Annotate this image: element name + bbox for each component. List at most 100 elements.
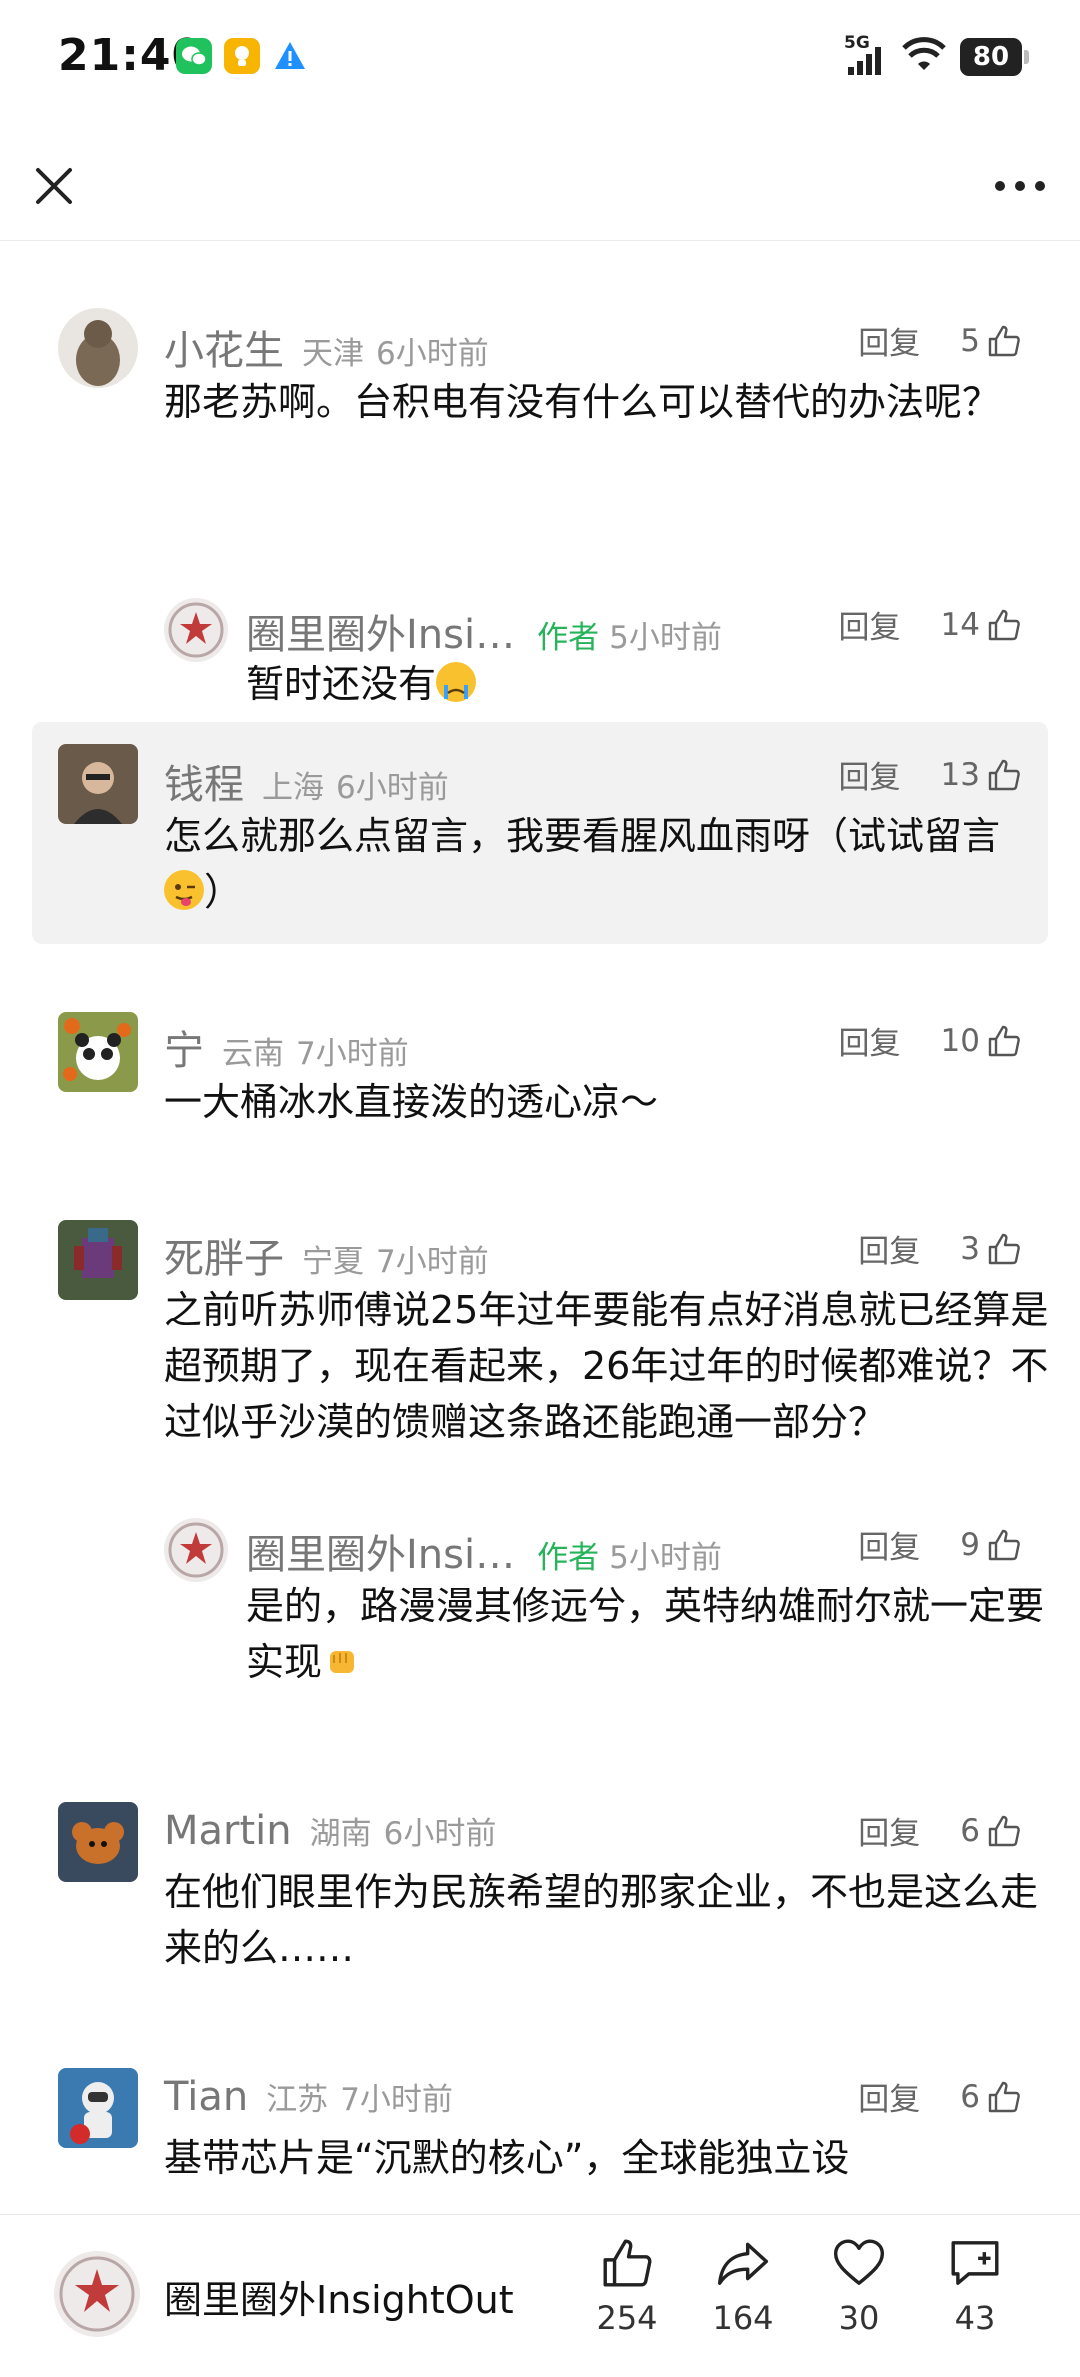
reply-actions: 回复 14 [839,602,1022,647]
comment-text: 怎么就那么点留言，我要看腥风血雨呀（试试留言 ） [164,808,1024,920]
comment-actions: 回复 5 [858,318,1022,363]
reply-button[interactable]: 回复 [858,1226,920,1271]
reply-button[interactable]: 回复 [839,602,901,647]
reply-button[interactable]: 回复 [839,752,901,797]
author-avatar[interactable] [164,1518,228,1582]
author-badge: 作者 [537,1540,600,1576]
timestamp: 7小时前 [340,2082,453,2118]
share-count: 164 [712,2299,774,2337]
wechat-icon [176,38,212,74]
like-count: 14 [940,606,980,643]
thumbs-up-icon[interactable] [986,1231,1022,1267]
top-nav [0,120,1080,241]
like-count: 6 [960,2078,980,2115]
like-count: 3 [960,1230,980,1267]
timestamp: 6小时前 [336,770,449,806]
username[interactable]: 宁 [164,1018,204,1076]
comment-actions: 回复 3 [858,1226,1022,1271]
thumbs-up-icon[interactable] [986,1023,1022,1059]
comment-meta: Tian 江苏 7小时前 [164,2074,453,2120]
avatar[interactable] [58,2068,138,2148]
comment-item: 小花生 天津 6小时前 回复 5 那老苏啊。台积电有没有什么可以替代的办法呢？ … [32,302,1048,706]
thumbs-up-icon[interactable] [986,2079,1022,2115]
comment-add-icon [951,2241,999,2285]
warning-icon [272,38,308,74]
comment-item: 宁 云南 7小时前 回复 10 一大桶冰水直接泼的透心凉～ [32,1002,1048,1152]
comment-text: 基带芯片是“沉默的核心”，全球能独立设 [164,2136,850,2180]
close-icon[interactable] [28,160,80,212]
reply-button[interactable]: 回复 [858,318,920,363]
winking-tongue-face-icon [164,870,204,910]
heart-icon [833,2239,885,2285]
account-avatar[interactable] [54,2251,140,2337]
location: 江苏 [266,2082,329,2118]
account-name[interactable]: 圈里圈外InsightOut [164,2269,514,2324]
avatar[interactable] [58,1802,138,1882]
username[interactable]: Tian [164,2074,248,2120]
status-bar: 21:40 5G 80 [0,0,1080,120]
raised-fist-icon [322,1640,362,1680]
bottom-action-bar: 圈里圈外InsightOut 254 164 30 43 [0,2214,1080,2377]
like-count: 5 [960,322,980,359]
reply-button[interactable]: 回复 [858,1808,920,1853]
avatar[interactable] [58,308,138,388]
signal-5g-icon: 5G [844,33,888,77]
timestamp: 5小时前 [609,620,722,656]
battery-indicator: 80 [960,38,1029,76]
comment-button[interactable]: 43 [930,2235,1020,2337]
author-badge: 作者 [537,620,600,656]
comment-text-end: ） [204,870,243,914]
username[interactable]: Martin [164,1808,292,1854]
username[interactable]: 圈里圈外Insi… [246,1522,515,1580]
comment-count: 43 [954,2299,996,2337]
crying-face-icon [436,662,477,702]
comment-text-body: 怎么就那么点留言，我要看腥风血雨呀（试试留言 [164,814,1001,858]
more-horizontal-icon[interactable] [988,160,1052,212]
reply-button[interactable]: 回复 [858,1522,920,1567]
reply-meta: 圈里圈外Insi… 作者 5小时前 [246,1522,722,1580]
username[interactable]: 圈里圈外Insi… [246,602,515,660]
reply-actions: 回复 9 [858,1522,1022,1567]
reply-button[interactable]: 回复 [858,2074,920,2119]
thumbs-up-icon[interactable] [986,1813,1022,1849]
wifi-icon [902,36,946,78]
username[interactable]: 钱程 [164,752,244,810]
favorite-count: 30 [838,2299,880,2337]
thumbs-up-icon[interactable] [986,757,1022,793]
avatar[interactable] [58,744,138,824]
like-count: 13 [940,756,980,793]
comment-item: Martin 湖南 6小时前 回复 6 在他们眼里作为民族希望的那家企业，不也是… [32,1792,1048,1992]
thumbs-up-icon[interactable] [986,1527,1022,1563]
timestamp: 6小时前 [376,336,489,372]
thumbs-up-icon[interactable] [986,607,1022,643]
comment-actions: 回复 13 [839,752,1022,797]
thumbs-up-icon [603,2239,652,2287]
comment-text: 在他们眼里作为民族希望的那家企业，不也是这么走来的么…… [164,1870,1039,1970]
comment-meta: 小花生 天津 6小时前 [164,318,489,376]
comment-text: 那老苏啊。台积电有没有什么可以替代的办法呢？ [164,380,1001,424]
author-avatar[interactable] [164,598,228,662]
like-count: 6 [960,1812,980,1849]
timestamp: 7小时前 [376,1244,489,1280]
comment-actions: 回复 6 [858,1808,1022,1853]
reply-text: 是的，路漫漫其修远兮，英特纳雄耐尔就一定要实现 [246,1578,1056,1690]
comment-item: 钱程 上海 6小时前 回复 13 怎么就那么点留言，我要看腥风血雨呀（试试留言 ） [32,722,1048,944]
reply-button[interactable]: 回复 [839,1018,901,1063]
comment-list[interactable]: 小花生 天津 6小时前 回复 5 那老苏啊。台积电有没有什么可以替代的办法呢？ … [0,242,1080,2214]
share-button[interactable]: 164 [698,2235,788,2337]
comment-actions: 回复 10 [839,1018,1022,1063]
comment-meta: 钱程 上海 6小时前 [164,752,449,810]
reply-text-body: 暂时还没有 [246,662,437,706]
favorite-button[interactable]: 30 [814,2235,904,2337]
comment-meta: 宁 云南 7小时前 [164,1018,409,1076]
username[interactable]: 死胖子 [164,1226,284,1284]
username[interactable]: 小花生 [164,318,284,376]
avatar[interactable] [58,1012,138,1092]
location: 宁夏 [302,1244,364,1280]
system-icons: 5G 80 [844,33,1029,78]
share-icon [717,2242,769,2285]
avatar[interactable] [58,1220,138,1300]
like-button[interactable]: 254 [582,2235,672,2337]
thumbs-up-icon[interactable] [986,323,1022,359]
app-notification-icon [224,38,260,74]
